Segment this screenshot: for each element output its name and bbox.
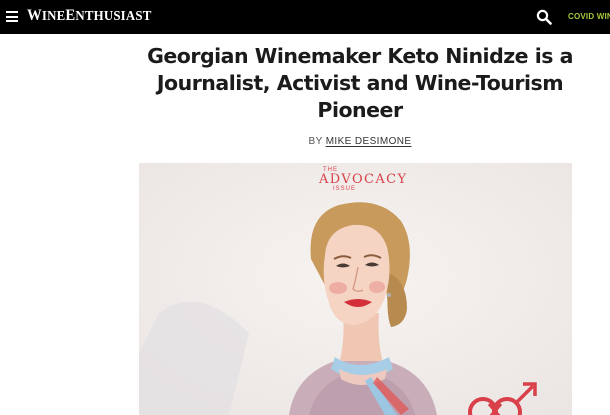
covid-nav-link[interactable]: COVID WIN <box>568 12 610 21</box>
byline: BY MIKE DESIMONE <box>140 136 580 147</box>
badge-main-text: ADVOCACY <box>319 172 408 187</box>
byline-prefix: BY <box>308 136 323 147</box>
site-logo[interactable]: WINEENTHUSIAST <box>27 7 151 25</box>
article-title: Georgian Winemaker Keto Ninidze is a Jou… <box>147 44 573 122</box>
hero-image: THE ADVOCACY ISSUE <box>139 163 572 415</box>
hamburger-menu-icon[interactable] <box>6 11 18 22</box>
top-navigation-bar: WINEENTHUSIAST COVID WIN <box>0 0 610 34</box>
advocacy-issue-badge: THE ADVOCACY ISSUE <box>319 167 408 192</box>
search-icon[interactable] <box>536 9 552 25</box>
author-link[interactable]: MIKE DESIMONE <box>326 136 412 147</box>
gender-symbol-icon <box>468 382 537 415</box>
